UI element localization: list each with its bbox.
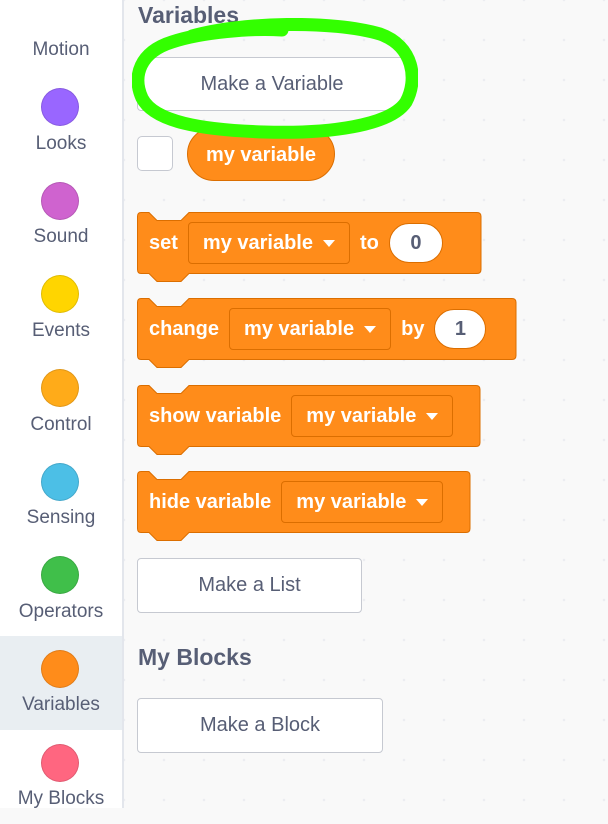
my-blocks-heading: My Blocks <box>138 644 252 670</box>
variable-dropdown[interactable]: my variable <box>187 222 350 264</box>
sound-category-icon <box>41 182 79 220</box>
dropdown-caret-icon <box>364 325 377 333</box>
dropdown-caret-icon <box>322 239 335 247</box>
variables-heading: Variables <box>138 2 240 28</box>
make-block-button[interactable]: Make a Block <box>137 698 383 753</box>
set-variable-block[interactable]: set my variable to 0 <box>137 212 482 282</box>
category-variables[interactable]: Variables <box>0 636 122 730</box>
make-variable-button[interactable]: Make a Variable <box>137 57 407 111</box>
category-my-blocks[interactable]: My Blocks <box>0 730 122 824</box>
variable-monitor-checkbox[interactable] <box>137 136 173 171</box>
events-category-icon <box>41 275 79 313</box>
make-list-button[interactable]: Make a List <box>137 558 362 613</box>
sensing-category-icon <box>41 463 79 501</box>
category-label: Operators <box>18 601 104 622</box>
dropdown-value: my variable <box>306 404 417 427</box>
show-variable-label: show variable <box>149 404 282 427</box>
category-operators[interactable]: Operators <box>0 522 122 622</box>
variables-category-icon <box>41 650 79 688</box>
change-value-input[interactable]: 1 <box>434 309 487 349</box>
hide-variable-label: hide variable <box>149 490 272 513</box>
category-control[interactable]: Control <box>0 335 122 435</box>
category-events[interactable]: Events <box>0 242 122 341</box>
set-value-input[interactable]: 0 <box>388 223 443 263</box>
category-sensing[interactable]: Sensing <box>0 429 122 528</box>
variable-reporter-block[interactable]: my variable <box>187 127 335 181</box>
variable-dropdown[interactable]: my variable <box>291 395 454 437</box>
dropdown-value: my variable <box>202 231 313 254</box>
dropdown-caret-icon <box>416 498 429 506</box>
my-blocks-category-icon <box>41 744 79 782</box>
hide-variable-block[interactable]: hide variable my variable <box>137 471 471 541</box>
variable-dropdown[interactable]: my variable <box>281 481 444 523</box>
category-menu: Motion Looks Sound Events Control Sensin… <box>0 0 124 809</box>
set-label: set <box>149 231 178 254</box>
show-variable-block[interactable]: show variable my variable <box>137 385 481 455</box>
control-category-icon <box>41 369 79 407</box>
category-motion[interactable]: Motion <box>0 0 122 60</box>
change-variable-block[interactable]: change my variable by 1 <box>137 298 517 368</box>
dropdown-caret-icon <box>426 412 439 420</box>
by-label: by <box>401 317 425 340</box>
change-label: change <box>149 317 220 340</box>
to-label: to <box>359 231 379 254</box>
operators-category-icon <box>41 556 79 594</box>
looks-category-icon <box>41 88 79 126</box>
category-sound[interactable]: Sound <box>0 148 122 247</box>
variable-dropdown[interactable]: my variable <box>229 308 392 350</box>
category-label: My Blocks <box>17 788 105 809</box>
category-label: Variables <box>22 694 100 715</box>
dropdown-value: my variable <box>296 490 407 513</box>
category-looks[interactable]: Looks <box>0 55 122 154</box>
dropdown-value: my variable <box>244 317 355 340</box>
